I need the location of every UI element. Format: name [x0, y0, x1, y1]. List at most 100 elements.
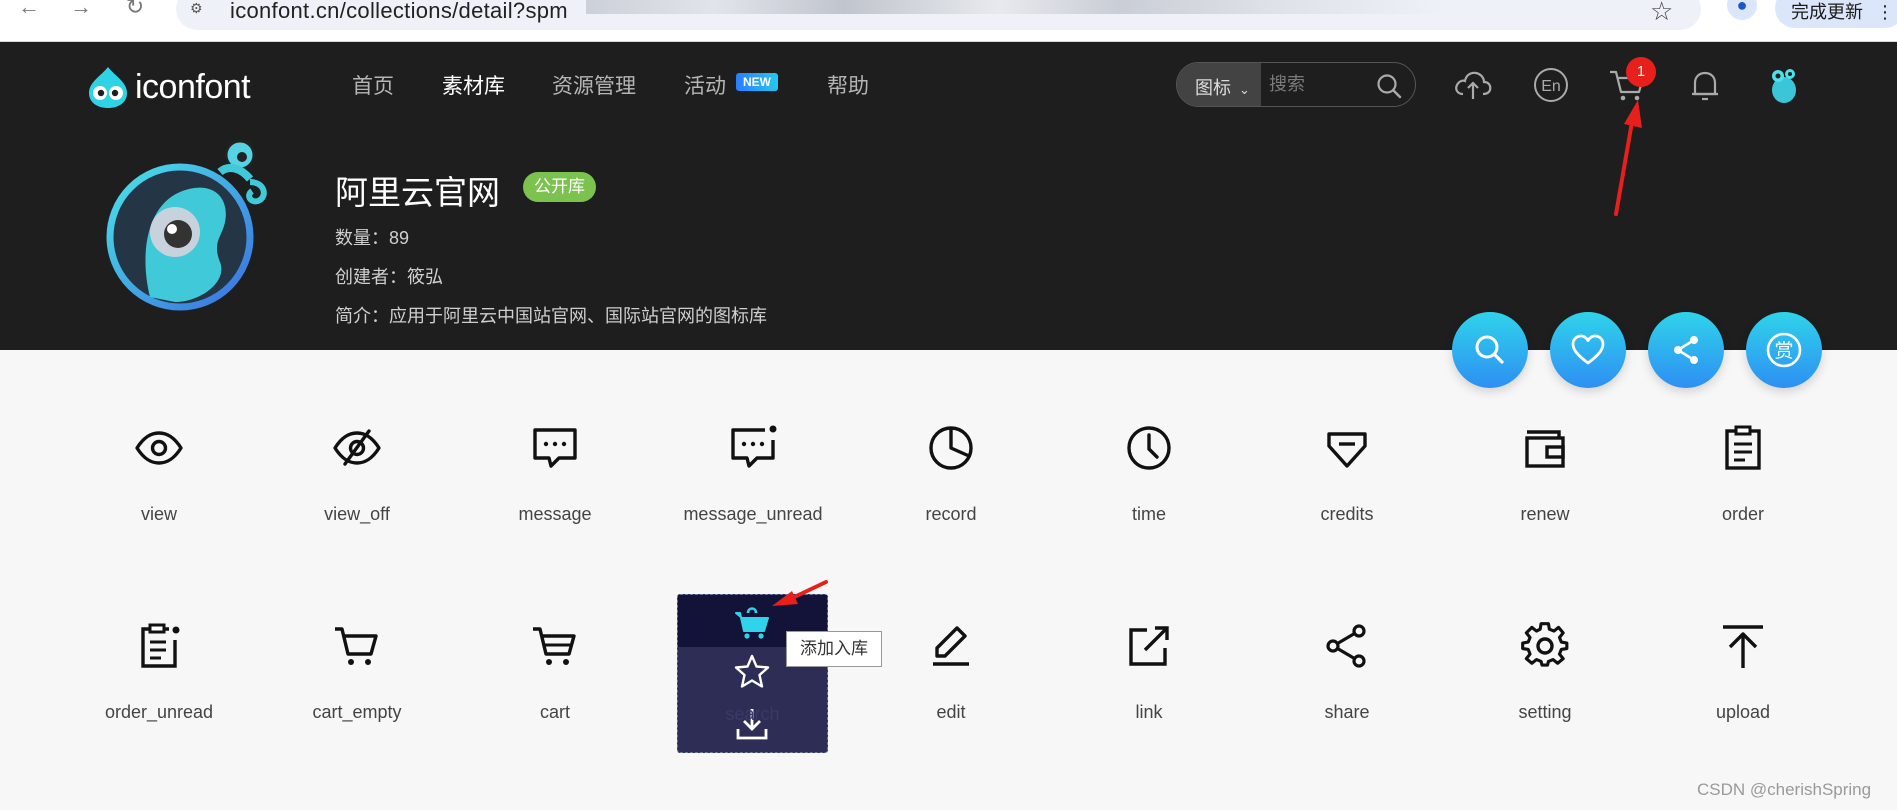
menu-dots-icon: ⋮: [1876, 2, 1895, 22]
clipboard-unread-icon: [141, 623, 180, 668]
desc-label: 简介：: [335, 306, 389, 326]
icon-name: edit: [936, 702, 966, 722]
fab-share-button[interactable]: [1648, 312, 1724, 388]
icon-card-cart[interactable]: cart: [456, 598, 654, 768]
search-box: 图标 ⌄: [1176, 62, 1416, 107]
logo-text: iconfont: [135, 67, 251, 106]
icon-grid: view view_off message message_unread rec…: [60, 400, 1840, 810]
edit-pencil-icon: [933, 626, 969, 666]
icon-card-view-off[interactable]: view_off: [258, 400, 456, 570]
icon-name: time: [1131, 504, 1166, 524]
cart-full-icon: [533, 627, 576, 665]
icon-card-order[interactable]: order: [1644, 400, 1842, 570]
forward-arrow-icon[interactable]: →: [66, 0, 96, 18]
search-icon[interactable]: [1375, 72, 1403, 100]
icon-card-upload[interactable]: upload: [1644, 598, 1842, 768]
site-header: iconfont 首页 素材库 资源管理 活动 帮助 NEW 图标 ⌄ En 1: [0, 42, 1897, 350]
message-unread-icon: [731, 425, 777, 468]
icon-card-credits[interactable]: credits: [1248, 400, 1446, 570]
eye-off-icon: [333, 429, 381, 466]
address-bar[interactable]: ⚙ iconfont.cn/collections/detail?spm: [176, 0, 1701, 30]
icon-card-search-hover[interactable]: search: [677, 594, 828, 753]
svg-text:赏: 赏: [1774, 340, 1793, 362]
site-settings-icon[interactable]: ⚙: [190, 0, 210, 16]
collection-description: 简介：应用于阿里云中国站官网、国际站官网的图标库: [335, 302, 767, 328]
profile-icon[interactable]: ●: [1727, 0, 1757, 20]
share-icon: [1326, 624, 1366, 668]
update-button-label: 完成更新: [1791, 2, 1863, 22]
icon-name: order_unread: [104, 702, 214, 722]
gear-icon: [1521, 622, 1569, 667]
icon-name: order: [1721, 504, 1765, 524]
url-text: iconfont.cn/collections/detail?spm: [230, 0, 568, 23]
favorite-star-icon[interactable]: [733, 653, 771, 691]
icon-name: renew: [1520, 504, 1570, 524]
update-button[interactable]: 完成更新 ⋮: [1775, 0, 1897, 28]
icon-name: search: [725, 704, 780, 724]
collection-creator: 创建者：筱弘: [335, 263, 443, 289]
clock-icon: [1127, 426, 1171, 470]
fab-reward-button[interactable]: 赏: [1746, 312, 1822, 388]
clipboard-icon: [1725, 425, 1761, 470]
icon-card-time[interactable]: time: [1050, 400, 1248, 570]
icon-name: setting: [1518, 702, 1572, 722]
icon-card-record[interactable]: record: [852, 400, 1050, 570]
count-label: 数量：: [335, 228, 389, 248]
nav-activity[interactable]: 活动: [684, 70, 726, 100]
user-avatar-icon[interactable]: [1765, 64, 1803, 106]
browser-toolbar: ← → ↻ ⚙ iconfont.cn/collections/detail?s…: [0, 0, 1897, 42]
fab-favorite-button[interactable]: [1550, 312, 1626, 388]
upload-cloud-icon[interactable]: [1452, 64, 1494, 106]
reward-icon: 赏: [1766, 332, 1802, 368]
search-type-label: 图标: [1195, 78, 1231, 98]
creator-label: 创建者：: [335, 267, 407, 287]
icon-card-edit[interactable]: edit: [852, 598, 1050, 768]
icon-name: view_off: [324, 504, 390, 524]
public-badge: 公开库: [523, 172, 596, 202]
icon-card-setting[interactable]: setting: [1446, 598, 1644, 768]
credits-icon: [1327, 432, 1367, 468]
reload-icon[interactable]: ↻: [120, 0, 150, 18]
message-icon: [533, 428, 577, 468]
icon-card-order-unread[interactable]: order_unread: [60, 598, 258, 768]
iconfont-mascot-icon: [89, 67, 127, 108]
icon-name: share: [1324, 702, 1370, 722]
collection-title: 阿里云官网: [335, 174, 500, 211]
add-to-library-tooltip: 添加入库: [786, 631, 882, 667]
bookmark-star-icon[interactable]: ☆: [1650, 0, 1673, 27]
add-to-cart-icon[interactable]: [733, 603, 771, 641]
nav-resources[interactable]: 资源管理: [552, 70, 636, 100]
pie-chart-icon: [929, 426, 973, 470]
language-icon[interactable]: En: [1530, 64, 1572, 106]
icon-card-renew[interactable]: renew: [1446, 400, 1644, 570]
icon-card-message-unread[interactable]: message_unread: [654, 400, 852, 570]
creator-value[interactable]: 筱弘: [407, 267, 443, 287]
bell-icon[interactable]: [1684, 64, 1726, 106]
icon-card-link[interactable]: link: [1050, 598, 1248, 768]
icon-name: view: [140, 504, 177, 524]
csdn-watermark: CSDN @cherishSpring: [1697, 780, 1872, 799]
search-icon: [1475, 335, 1504, 364]
icon-name: cart_empty: [312, 702, 402, 722]
heart-icon: [1571, 334, 1605, 365]
icon-name: message_unread: [683, 504, 823, 524]
search-input[interactable]: [1267, 63, 1377, 106]
url-redacted: [586, 0, 1446, 14]
red-arrow-annotation-icon: [772, 580, 828, 606]
cart-count-badge: 1: [1626, 57, 1656, 87]
fab-search-button[interactable]: [1452, 312, 1528, 388]
icon-card-cart-empty[interactable]: cart_empty: [258, 598, 456, 768]
new-badge: NEW: [736, 73, 778, 91]
nav-home[interactable]: 首页: [352, 70, 394, 100]
icon-name: upload: [1715, 702, 1771, 722]
nav-help[interactable]: 帮助: [827, 70, 869, 100]
nav-materials[interactable]: 素材库: [442, 70, 505, 100]
eye-icon: [135, 431, 183, 465]
search-type-select[interactable]: 图标 ⌄: [1177, 63, 1261, 106]
back-arrow-icon[interactable]: ←: [14, 0, 44, 18]
icon-card-share[interactable]: share: [1248, 598, 1446, 768]
collection-avatar-icon: [106, 139, 267, 311]
iconfont-logo[interactable]: iconfont: [85, 62, 251, 112]
icon-card-view[interactable]: view: [60, 400, 258, 570]
icon-card-message[interactable]: message: [456, 400, 654, 570]
